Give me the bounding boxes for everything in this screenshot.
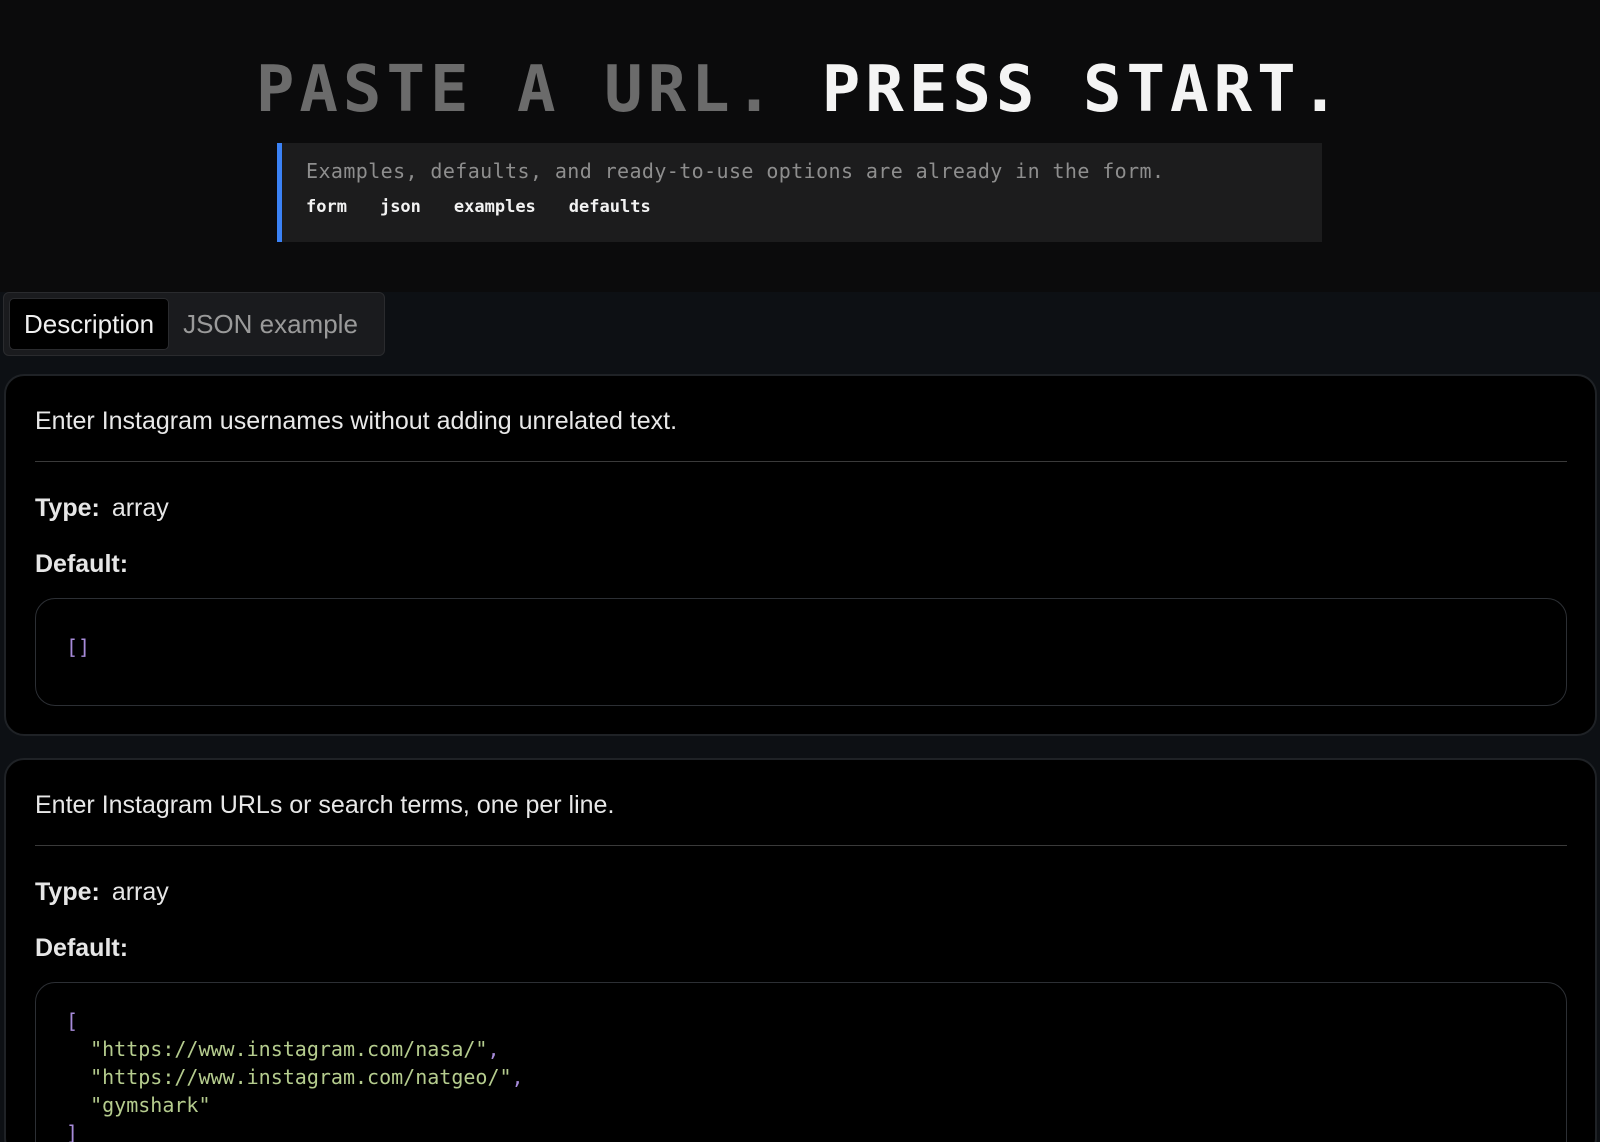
field-card: Enter Instagram usernames without adding… [4,374,1597,736]
code-bracket: [] [66,635,91,659]
hero-callout: Examples, defaults, and ready-to-use opt… [277,143,1322,242]
chip-defaults[interactable]: defaults [569,197,651,217]
default-label: Default: [35,550,129,578]
tab-json-example[interactable]: JSON example [169,298,372,350]
default-code-block: [] [35,598,1567,706]
code-bracket-open: [ [66,1009,79,1033]
type-label: Type: [35,878,100,906]
default-label: Default: [35,934,129,962]
divider [35,845,1567,846]
hero-title-part2: PRESS START. [821,53,1345,127]
field-description: Enter Instagram URLs or search terms, on… [35,791,615,819]
chip-json[interactable]: json [380,197,421,217]
tab-description[interactable]: Description [9,298,170,350]
type-value: array [111,494,169,522]
hero-title: PASTE A URL. PRESS START. [0,52,1600,128]
chip-examples[interactable]: examples [454,197,536,217]
type-row: Type: array [35,494,169,523]
code-string: "https://www.instagram.com/nasa/" [90,1037,488,1061]
tab-bar: Description JSON example [3,292,385,356]
hero-section: PASTE A URL. PRESS START. Examples, defa… [0,0,1600,292]
type-value: array [111,878,169,906]
field-card: Enter Instagram URLs or search terms, on… [4,758,1597,1142]
chip-form[interactable]: form [306,197,347,217]
divider [35,461,1567,462]
chip-row: form json examples defaults [306,197,1322,217]
code-string: "https://www.instagram.com/natgeo/" [90,1065,512,1089]
hero-subtitle: Examples, defaults, and ready-to-use opt… [306,159,1165,183]
code-string: "gymshark" [90,1093,211,1117]
hero-title-part1: PASTE A URL. [255,53,779,127]
type-row: Type: array [35,878,169,907]
default-code-block: [ "https://www.instagram.com/nasa/", "ht… [35,982,1567,1142]
type-label: Type: [35,494,100,522]
field-description: Enter Instagram usernames without adding… [35,407,678,435]
code-bracket-close: ] [66,1121,79,1142]
